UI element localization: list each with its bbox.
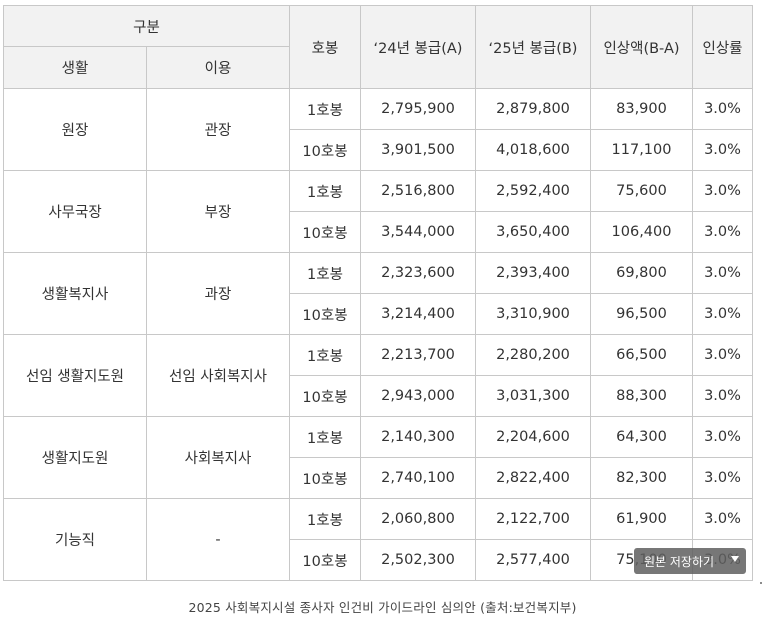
rate-cell: 3.0% <box>692 498 753 540</box>
pay-2024-cell: 3,901,500 <box>360 129 476 171</box>
pay-2025-cell: 2,280,200 <box>475 334 591 376</box>
rate-cell: 3.0% <box>692 170 753 212</box>
life-title: 선임 생활지도원 <box>3 334 147 417</box>
rate-cell: 3.0% <box>692 252 753 294</box>
increase-cell: 64,300 <box>590 416 693 458</box>
table-row: 생활지도원 사회복지사 1호봉 2,140,300 2,204,600 64,3… <box>3 416 753 499</box>
life-title: 사무국장 <box>3 170 147 253</box>
increase-cell: 66,500 <box>590 334 693 376</box>
header-grade: 호봉 <box>289 5 361 89</box>
grade-cell: 10호봉 <box>289 375 361 417</box>
increase-cell: 69,800 <box>590 252 693 294</box>
pay-2024-cell: 2,943,000 <box>360 375 476 417</box>
rate-cell: 3.0% <box>692 293 753 335</box>
pay-2025-cell: 2,204,600 <box>475 416 591 458</box>
life-title: 생활지도원 <box>3 416 147 499</box>
pay-2024-cell: 2,060,800 <box>360 498 476 540</box>
pay-2024-cell: 3,544,000 <box>360 211 476 253</box>
table-row: 생활복지사 과장 1호봉 2,323,600 2,393,400 69,800 … <box>3 252 753 335</box>
grade-cell: 1호봉 <box>289 498 361 540</box>
rate-cell: 3.0% <box>692 129 753 171</box>
use-title: 사회복지사 <box>146 416 290 499</box>
decorative-dot <box>760 582 762 584</box>
table-row: 원장 관장 1호봉 2,795,900 2,879,800 83,900 3.0… <box>3 88 753 171</box>
life-title: 생활복지사 <box>3 252 147 335</box>
increase-cell: 83,900 <box>590 88 693 130</box>
salary-table: 구분 호봉 ‘24년 봉급(A) ‘25년 봉급(B) 인상액(B-A) 인상률… <box>3 5 753 581</box>
header-life: 생활 <box>3 46 147 89</box>
grade-cell: 1호봉 <box>289 416 361 458</box>
pay-2025-cell: 3,031,300 <box>475 375 591 417</box>
increase-cell: 117,100 <box>590 129 693 171</box>
grade-cell: 1호봉 <box>289 334 361 376</box>
pay-2024-cell: 2,323,600 <box>360 252 476 294</box>
rate-cell: 3.0% <box>692 416 753 458</box>
grade-cell: 1호봉 <box>289 170 361 212</box>
pay-2024-cell: 2,502,300 <box>360 539 476 581</box>
header-use: 이용 <box>146 46 290 89</box>
pay-2024-cell: 2,740,100 <box>360 457 476 499</box>
increase-cell: 75,600 <box>590 170 693 212</box>
header-rate: 인상률 <box>692 5 753 89</box>
pay-2025-cell: 4,018,600 <box>475 129 591 171</box>
grade-cell: 10호봉 <box>289 293 361 335</box>
rate-cell: 3.0% <box>692 211 753 253</box>
increase-cell: 88,300 <box>590 375 693 417</box>
header-group: 구분 <box>3 5 290 47</box>
increase-cell: 96,500 <box>590 293 693 335</box>
grade-cell: 10호봉 <box>289 539 361 581</box>
use-title: 과장 <box>146 252 290 335</box>
increase-cell: 106,400 <box>590 211 693 253</box>
header-pay-2025: ‘25년 봉급(B) <box>475 5 591 89</box>
rate-cell: 3.0% <box>692 375 753 417</box>
life-title: 기능직 <box>3 498 147 581</box>
table-row: 기능직 - 1호봉 2,060,800 2,122,700 61,900 3.0… <box>3 498 753 581</box>
use-title: - <box>146 498 290 581</box>
pay-2025-cell: 2,393,400 <box>475 252 591 294</box>
table-caption: 2025 사회복지시설 종사자 인건비 가이드라인 심의안 (출처:보건복지부) <box>188 600 577 615</box>
pay-2025-cell: 2,577,400 <box>475 539 591 581</box>
table-row: 선임 생활지도원 선임 사회복지사 1호봉 2,213,700 2,280,20… <box>3 334 753 417</box>
grade-cell: 10호봉 <box>289 211 361 253</box>
life-title: 원장 <box>3 88 147 171</box>
use-title: 부장 <box>146 170 290 253</box>
increase-cell: 61,900 <box>590 498 693 540</box>
grade-cell: 1호봉 <box>289 252 361 294</box>
pay-2025-cell: 2,879,800 <box>475 88 591 130</box>
rate-cell: 3.0% <box>692 457 753 499</box>
save-original-button[interactable]: 원본 저장하기 <box>634 548 746 574</box>
use-title: 관장 <box>146 88 290 171</box>
pay-2024-cell: 3,214,400 <box>360 293 476 335</box>
header-pay-2024: ‘24년 봉급(A) <box>360 5 476 89</box>
pay-2025-cell: 3,310,900 <box>475 293 591 335</box>
pay-2025-cell: 2,822,400 <box>475 457 591 499</box>
grade-cell: 1호봉 <box>289 88 361 130</box>
table-row: 사무국장 부장 1호봉 2,516,800 2,592,400 75,600 3… <box>3 170 753 253</box>
grade-cell: 10호봉 <box>289 457 361 499</box>
increase-cell: 82,300 <box>590 457 693 499</box>
header-increase: 인상액(B-A) <box>590 5 693 89</box>
pay-2025-cell: 2,592,400 <box>475 170 591 212</box>
use-title: 선임 사회복지사 <box>146 334 290 417</box>
pay-2024-cell: 2,795,900 <box>360 88 476 130</box>
pay-2024-cell: 2,213,700 <box>360 334 476 376</box>
chevron-down-icon <box>731 556 739 562</box>
rate-cell: 3.0% <box>692 88 753 130</box>
pay-2024-cell: 2,140,300 <box>360 416 476 458</box>
pay-2025-cell: 2,122,700 <box>475 498 591 540</box>
grade-cell: 10호봉 <box>289 129 361 171</box>
pay-2025-cell: 3,650,400 <box>475 211 591 253</box>
save-original-label: 원본 저장하기 <box>644 554 715 569</box>
pay-2024-cell: 2,516,800 <box>360 170 476 212</box>
rate-cell: 3.0% <box>692 334 753 376</box>
